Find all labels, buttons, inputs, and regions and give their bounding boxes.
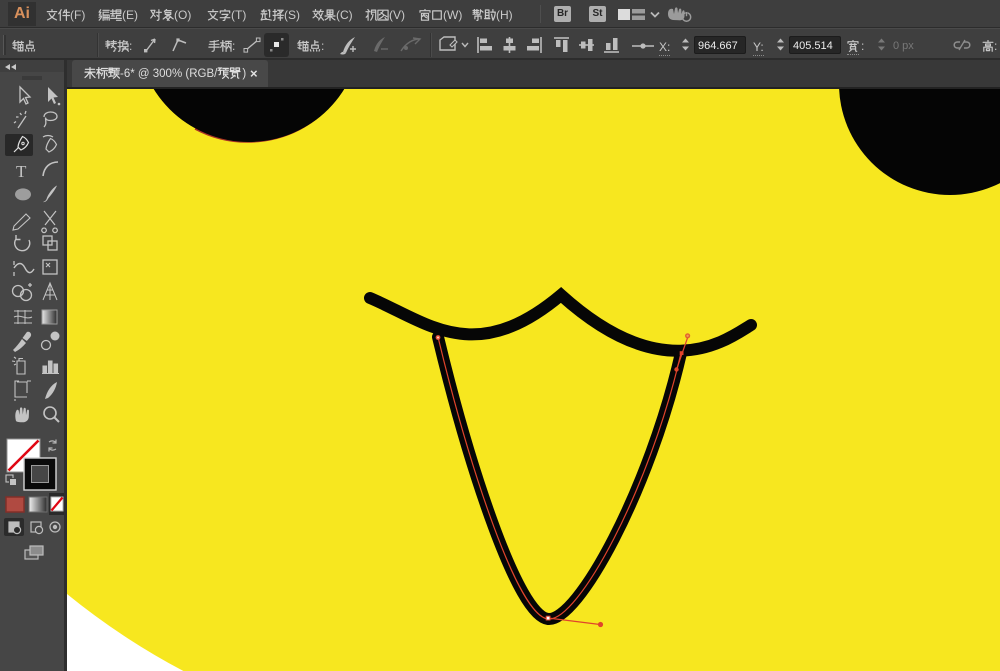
svg-text:T: T [16,162,27,181]
